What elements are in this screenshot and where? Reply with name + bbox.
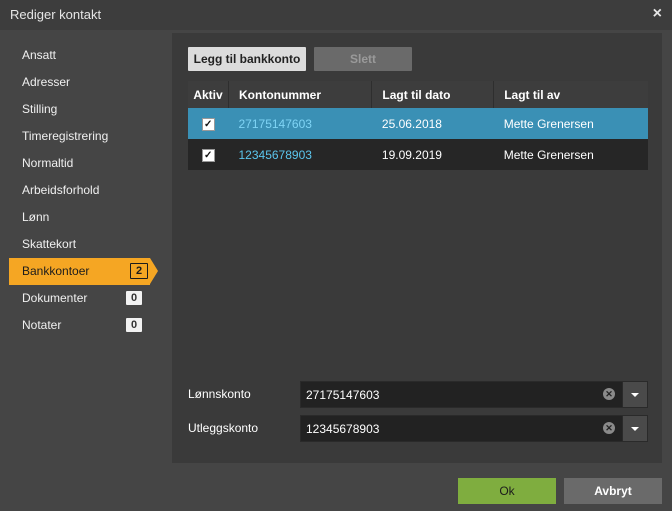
added-by-cell: Mette Grenersen xyxy=(493,108,648,139)
expense-account-select[interactable]: 12345678903 ✕ xyxy=(300,415,648,442)
sidebar-item-timeregistrering[interactable]: Timeregistrering xyxy=(0,123,160,150)
chevron-down-icon[interactable] xyxy=(622,416,647,441)
clear-icon[interactable]: ✕ xyxy=(603,422,615,434)
active-cell: ✓ xyxy=(188,108,229,139)
sidebar-item-label: Stilling xyxy=(22,102,58,116)
chevron-down-icon[interactable] xyxy=(622,382,647,407)
sidebar-item-dokumenter[interactable]: Dokumenter 0 xyxy=(0,285,160,312)
ok-button[interactable]: Ok xyxy=(458,478,556,504)
expense-account-label: Utleggskonto xyxy=(188,421,259,435)
sidebar-item-label: Notater xyxy=(22,318,62,332)
sidebar-item-notater[interactable]: Notater 0 xyxy=(0,312,160,339)
delete-button[interactable]: Slett xyxy=(314,47,412,71)
salary-account-select[interactable]: 27175147603 ✕ xyxy=(300,381,648,408)
sidebar-item-normaltid[interactable]: Normaltid xyxy=(0,150,160,177)
count-badge: 2 xyxy=(130,263,148,279)
bank-accounts-table: Aktiv Kontonummer Lagt til dato Lagt til… xyxy=(188,81,648,170)
date-cell: 25.06.2018 xyxy=(371,108,494,139)
sidebar-nav: Ansatt Adresser Stilling Timeregistrerin… xyxy=(0,42,160,339)
sidebar-item-label: Dokumenter xyxy=(22,291,88,305)
active-checkbox[interactable]: ✓ xyxy=(201,148,215,162)
sidebar-item-ansatt[interactable]: Ansatt xyxy=(0,42,160,69)
salary-account-label: Lønnskonto xyxy=(188,387,251,401)
column-header-date[interactable]: Lagt til dato xyxy=(371,81,495,108)
sidebar-item-label: Bankkontoer xyxy=(22,264,90,278)
active-cell: ✓ xyxy=(188,139,229,170)
added-by-cell: Mette Grenersen xyxy=(493,139,648,170)
count-badge: 0 xyxy=(126,291,142,305)
sidebar-item-lonn[interactable]: Lønn xyxy=(0,204,160,231)
account-number-link[interactable]: 27175147603 xyxy=(228,108,372,139)
table-row[interactable]: ✓ 27175147603 25.06.2018 Mette Grenersen xyxy=(188,108,648,139)
table-header-row: Aktiv Kontonummer Lagt til dato Lagt til… xyxy=(188,81,648,108)
sidebar-item-arbeidsforhold[interactable]: Arbeidsforhold xyxy=(0,177,160,204)
column-header-added-by[interactable]: Lagt til av xyxy=(493,81,648,108)
account-number-link[interactable]: 12345678903 xyxy=(228,139,372,170)
bank-accounts-panel: Legg til bankkonto Slett Aktiv Kontonumm… xyxy=(172,33,662,463)
sidebar-item-adresser[interactable]: Adresser xyxy=(0,69,160,96)
sidebar-item-stilling[interactable]: Stilling xyxy=(0,96,160,123)
sidebar-item-label: Lønn xyxy=(22,210,50,224)
cancel-button[interactable]: Avbryt xyxy=(564,478,662,504)
date-cell: 19.09.2019 xyxy=(371,139,494,170)
close-icon[interactable]: × xyxy=(653,5,662,23)
column-header-account[interactable]: Kontonummer xyxy=(228,81,373,108)
table-row[interactable]: ✓ 12345678903 19.09.2019 Mette Grenersen xyxy=(188,139,648,170)
sidebar-item-bankkontoer[interactable]: Bankkontoer 2 xyxy=(9,258,158,285)
sidebar-item-label: Arbeidsforhold xyxy=(22,183,100,197)
sidebar-item-label: Skattekort xyxy=(22,237,77,251)
salary-account-value: 27175147603 xyxy=(306,388,380,402)
window-title: Rediger kontakt xyxy=(10,7,102,22)
column-header-active[interactable]: Aktiv xyxy=(188,81,229,108)
sidebar-item-skattekort[interactable]: Skattekort xyxy=(0,231,160,258)
add-bank-account-button[interactable]: Legg til bankkonto xyxy=(188,47,306,71)
expense-account-value: 12345678903 xyxy=(306,422,380,436)
sidebar-item-label: Ansatt xyxy=(22,48,57,62)
sidebar-item-label: Normaltid xyxy=(22,156,74,170)
sidebar-item-label: Timeregistrering xyxy=(22,129,109,143)
title-bar: Rediger kontakt × xyxy=(0,0,672,30)
active-checkbox[interactable]: ✓ xyxy=(201,117,215,131)
clear-icon[interactable]: ✕ xyxy=(603,388,615,400)
sidebar-item-label: Adresser xyxy=(22,75,71,89)
count-badge: 0 xyxy=(126,318,142,332)
